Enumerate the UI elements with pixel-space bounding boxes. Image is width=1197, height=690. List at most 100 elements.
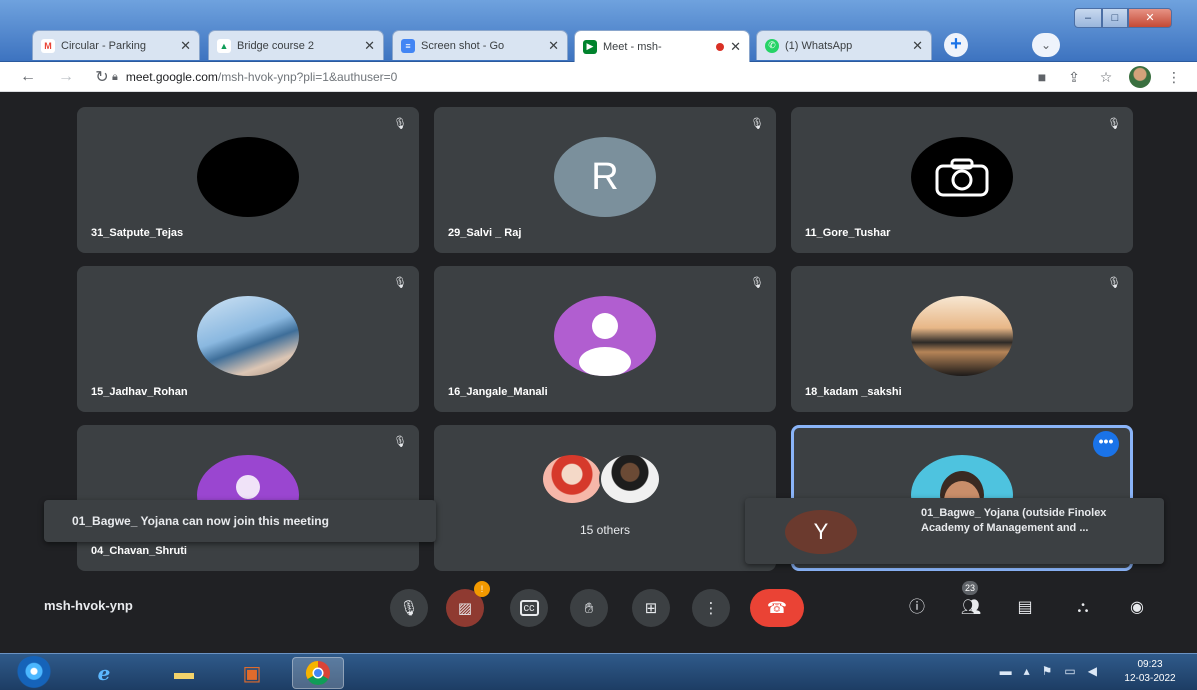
whatsapp-icon: ✆ bbox=[765, 38, 779, 53]
tab-title: Screen shot - Go bbox=[421, 39, 505, 52]
show-hidden-icon[interactable]: ▴ bbox=[1024, 664, 1030, 678]
system-clock[interactable]: 09:23 12-03-2022 bbox=[1115, 658, 1185, 686]
participant-avatar bbox=[197, 137, 299, 217]
meeting-code: msh-hvok-ynp bbox=[44, 598, 133, 613]
camera-warning-badge: ! bbox=[474, 581, 490, 597]
people-icon: 👥︎ bbox=[960, 599, 982, 616]
clock-date: 12-03-2022 bbox=[1124, 673, 1176, 684]
share-icon[interactable]: ⇪ bbox=[1065, 69, 1083, 86]
docs-icon: ≡ bbox=[401, 38, 415, 53]
participant-tile[interactable]: 🎙︎ 18_kadam _sakshi bbox=[791, 266, 1133, 412]
minimize-button[interactable]: – bbox=[1074, 8, 1102, 28]
camera-in-use-icon[interactable]: ■ bbox=[1033, 69, 1051, 85]
participant-avatar bbox=[911, 296, 1013, 376]
hang-up-icon: ☎︎ bbox=[767, 600, 787, 617]
participant-tile[interactable]: 🎙︎ 31_Satpute_Tejas bbox=[77, 107, 419, 253]
back-arrow-icon[interactable]: ← bbox=[14, 68, 42, 86]
participant-name: 16_Jangale_Manali bbox=[448, 386, 548, 398]
participant-count-badge: 23 bbox=[962, 581, 978, 595]
internet-explorer-icon[interactable]: e bbox=[78, 657, 130, 689]
default-person-icon bbox=[579, 313, 631, 376]
participant-name: 04_Chavan_Shruti bbox=[91, 545, 187, 557]
tab-search-icon[interactable]: ⌄ bbox=[1032, 33, 1060, 57]
tab-gmail[interactable]: M Circular - Parking ✕ bbox=[32, 30, 200, 60]
participant-tile[interactable]: 🎙︎ 16_Jangale_Manali bbox=[434, 266, 776, 412]
close-window-button[interactable]: ✕ bbox=[1128, 8, 1172, 28]
others-tile[interactable]: 15 others bbox=[434, 425, 776, 571]
participant-tile[interactable]: 🎙︎ 04_Chavan_Shruti bbox=[77, 425, 419, 571]
mic-off-icon: 🎙︎ bbox=[1107, 118, 1121, 130]
drive-icon: ▲ bbox=[217, 38, 231, 53]
menu-kebab-icon[interactable]: ⋮ bbox=[1165, 69, 1183, 86]
chat-button[interactable]: ▤ bbox=[1012, 595, 1038, 621]
windows-taskbar: e ▬ ▣ ▬ ▴ ⚑ ▭ ◀︎ 09:23 12-03-2022 bbox=[0, 653, 1197, 690]
participant-avatar: R bbox=[554, 137, 656, 217]
tab-drive[interactable]: ▲ Bridge course 2 ✕ bbox=[208, 30, 384, 60]
volume-icon[interactable]: ◀︎ bbox=[1088, 664, 1097, 678]
camera-off-icon: ▨ bbox=[457, 600, 473, 617]
participant-name: 18_kadam _sakshi bbox=[805, 386, 902, 398]
participant-name: 29_Salvi _ Raj bbox=[448, 227, 522, 239]
meet-stage: 🎙︎ 31_Satpute_Tejas 🎙︎ R 29_Salvi _ Raj … bbox=[0, 93, 1197, 653]
others-avatar-group bbox=[541, 453, 669, 505]
lock-icon: 🔒︎ bbox=[112, 70, 118, 83]
activities-button[interactable]: ⛬ bbox=[1070, 595, 1096, 621]
microphone-icon: 🎙︎ bbox=[399, 600, 419, 617]
raise-hand-button[interactable]: ✋︎ bbox=[570, 589, 608, 627]
browser-toolbar: ← → ↻ 🔒︎ meet.google.com/msh-hvok-ynp?pl… bbox=[0, 62, 1197, 92]
tab-title: (1) WhatsApp bbox=[785, 39, 853, 52]
bookmark-star-icon[interactable]: ☆ bbox=[1097, 69, 1115, 86]
battery-icon[interactable]: ▬ bbox=[1000, 664, 1012, 678]
close-icon[interactable]: ✕ bbox=[730, 39, 741, 55]
forward-arrow-icon[interactable]: → bbox=[52, 68, 80, 86]
participant-name: 31_Satpute_Tejas bbox=[91, 227, 184, 239]
chrome-icon[interactable] bbox=[292, 657, 344, 689]
camera-toggle-button[interactable]: ▨ ! bbox=[446, 581, 490, 627]
people-button[interactable]: 23 👥︎ bbox=[958, 581, 984, 621]
file-explorer-icon[interactable]: ▬ bbox=[158, 657, 210, 689]
maximize-button[interactable]: □ bbox=[1102, 8, 1128, 28]
participant-tile[interactable]: 🎙︎ R 29_Salvi _ Raj bbox=[434, 107, 776, 253]
media-player-icon[interactable]: ▣ bbox=[226, 657, 278, 689]
window-controls: – □ ✕ bbox=[1074, 8, 1172, 28]
tab-title: Circular - Parking bbox=[61, 39, 146, 52]
raise-hand-icon: ✋︎ bbox=[584, 599, 594, 617]
captions-button[interactable]: cc bbox=[510, 589, 548, 627]
shield-icon: ◉ bbox=[1130, 599, 1144, 616]
flag-icon[interactable]: ⚑ bbox=[1042, 664, 1053, 678]
present-now-button[interactable]: ⊞ bbox=[632, 589, 670, 627]
network-icon[interactable]: ▭ bbox=[1064, 664, 1075, 678]
participant-tile[interactable]: 🎙︎ 11_Gore_Tushar bbox=[791, 107, 1133, 253]
microphone-button[interactable]: 🎙︎ bbox=[390, 589, 428, 627]
more-options-button[interactable]: ••• bbox=[1093, 431, 1119, 457]
others-count-label: 15 others bbox=[579, 523, 631, 537]
address-bar[interactable]: 🔒︎ meet.google.com/msh-hvok-ynp?pli=1&au… bbox=[112, 66, 982, 88]
close-icon[interactable]: ✕ bbox=[912, 38, 923, 54]
close-icon[interactable]: ✕ bbox=[548, 38, 559, 54]
participant-tile[interactable]: 🎙︎ 15_Jadhav_Rohan bbox=[77, 266, 419, 412]
host-controls-button[interactable]: ◉ bbox=[1124, 595, 1150, 621]
tab-meet[interactable]: ▶ Meet - msh- ✕ bbox=[574, 30, 750, 62]
requester-avatar: Y bbox=[785, 510, 857, 554]
more-vert-icon: ⋮ bbox=[703, 600, 719, 617]
tab-title: Meet - msh- bbox=[603, 40, 662, 53]
windows-start-button[interactable] bbox=[16, 656, 52, 690]
leave-call-button[interactable]: ☎︎ bbox=[750, 589, 804, 627]
profile-avatar[interactable] bbox=[1129, 66, 1151, 88]
participant-avatar bbox=[197, 296, 299, 376]
mic-off-icon: 🎙︎ bbox=[1107, 277, 1121, 289]
tab-whatsapp[interactable]: ✆ (1) WhatsApp ✕ bbox=[756, 30, 932, 60]
new-tab-button[interactable]: + bbox=[944, 33, 968, 57]
participant-avatar bbox=[599, 453, 661, 505]
participant-avatar bbox=[554, 296, 656, 376]
tab-docs[interactable]: ≡ Screen shot - Go ✕ bbox=[392, 30, 568, 60]
url-host: meet.google.com bbox=[125, 70, 218, 84]
tab-title: Bridge course 2 bbox=[237, 39, 315, 52]
close-icon[interactable]: ✕ bbox=[364, 38, 375, 54]
meeting-details-button[interactable]: ⓘ bbox=[904, 595, 930, 621]
more-options-button[interactable]: ⋮ bbox=[692, 589, 730, 627]
captions-icon: cc bbox=[519, 600, 539, 616]
close-icon[interactable]: ✕ bbox=[180, 38, 191, 54]
participant-avatar bbox=[541, 453, 603, 505]
join-request-toast[interactable]: Y 01_Bagwe_ Yojana (outside Finolex Acad… bbox=[745, 498, 1164, 564]
